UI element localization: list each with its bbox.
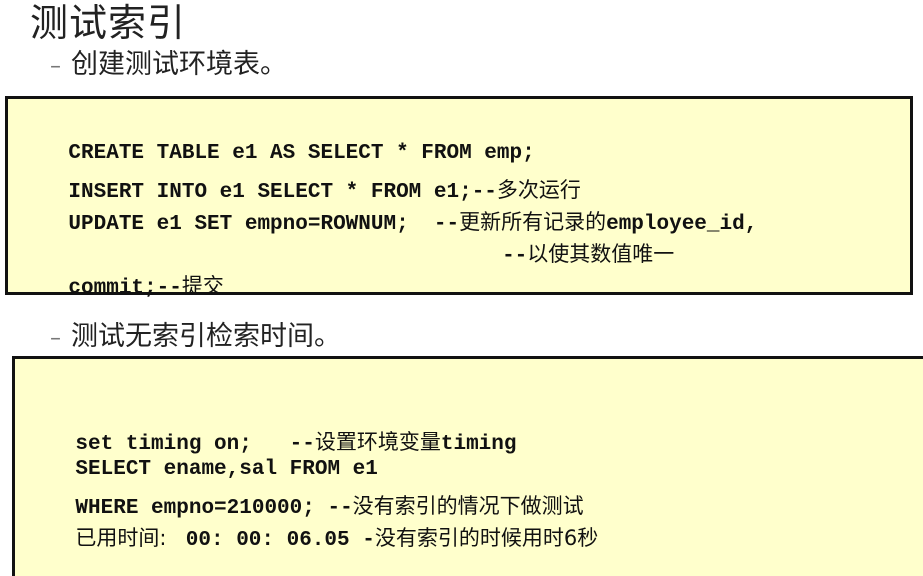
bullet-dash: – bbox=[50, 54, 61, 79]
code-line: commit;--提交 bbox=[18, 247, 224, 323]
code-comment: 没有索引的时候用时6秒 bbox=[374, 526, 599, 550]
code-block-create: CREATE TABLE e1 AS SELECT * FROM emp; IN… bbox=[5, 96, 913, 300]
slide-title: 测试索引 bbox=[30, 1, 187, 45]
bullet-test-no-index: – 测试无索引检索时间。 bbox=[50, 314, 341, 353]
bullet-dash: – bbox=[50, 326, 61, 351]
code-block-timing: set timing on; --设置环境变量timing SELECT ena… bbox=[12, 356, 923, 576]
code-text: timing bbox=[440, 433, 517, 456]
bullet-create-table: – 创建测试环境表。 bbox=[50, 42, 287, 81]
code-text: -- bbox=[174, 245, 528, 268]
code-comment: 以使其数值唯一 bbox=[527, 242, 675, 266]
bullet-text: 测试无索引检索时间。 bbox=[71, 321, 341, 352]
elapsed-label: 已用时间: bbox=[75, 526, 174, 550]
code-text: commit;-- bbox=[68, 277, 182, 300]
bullet-text: 创建测试环境表。 bbox=[71, 49, 287, 80]
elapsed-time: 00: 00: 06.05 - bbox=[173, 529, 375, 552]
code-comment: 提交 bbox=[181, 274, 224, 298]
